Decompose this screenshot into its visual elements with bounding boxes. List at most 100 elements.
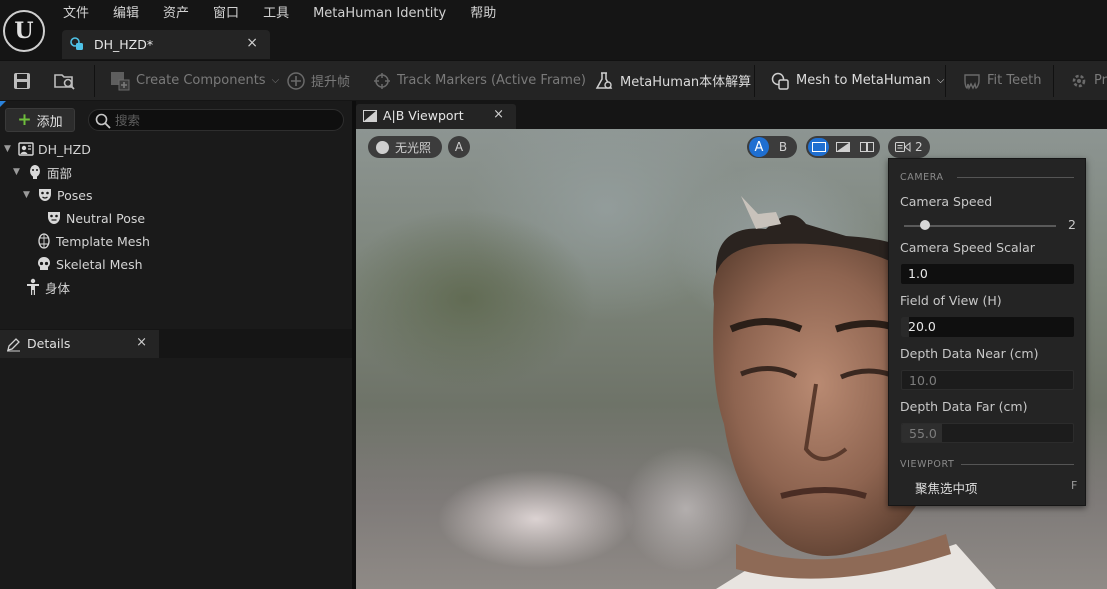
tree-item-face[interactable]: ▼ 面部 xyxy=(13,162,72,182)
mesh-to-metahuman-button[interactable]: Mesh to MetaHuman ⌵ xyxy=(770,61,944,100)
toolbar-separator xyxy=(94,65,95,97)
teeth-icon xyxy=(964,73,980,90)
menu-help[interactable]: 帮助 xyxy=(470,5,496,23)
document-tab-close-icon[interactable]: × xyxy=(246,35,258,51)
identity-icon xyxy=(18,142,34,156)
viewport-section-header: VIEWPORT xyxy=(900,459,955,470)
fit-teeth-button[interactable]: Fit Teeth xyxy=(963,61,1041,100)
prepare-button[interactable]: Pr xyxy=(1070,61,1107,100)
save-button[interactable] xyxy=(12,61,32,100)
menu-bar: U 文件 编辑 资产 窗口 工具 MetaHuman Identity 帮助 D… xyxy=(0,0,1107,60)
details-body xyxy=(0,358,352,589)
menu-edit[interactable]: 编辑 xyxy=(113,5,139,23)
browse-asset-button[interactable] xyxy=(54,61,76,100)
create-components-button[interactable]: Create Components ⌵ xyxy=(110,61,279,100)
tree-item-poses[interactable]: ▼ Poses xyxy=(23,185,92,205)
viewport-tab-label: A|B Viewport xyxy=(383,108,464,123)
camera-settings-popup: CAMERA Camera Speed 2 Camera Speed Scala… xyxy=(888,158,1086,506)
viewport-close-icon[interactable]: × xyxy=(493,107,504,122)
toolbar: Create Components ⌵ 提升帧 Track Markers (A… xyxy=(0,60,1107,100)
unlit-sphere-icon xyxy=(376,140,389,154)
menu-metahuman-identity[interactable]: MetaHuman Identity xyxy=(313,5,446,23)
details-tab[interactable]: Details × xyxy=(0,330,159,358)
main-menu: 文件 编辑 资产 窗口 工具 MetaHuman Identity 帮助 xyxy=(63,5,496,23)
fit-teeth-label: Fit Teeth xyxy=(987,73,1042,88)
camera-speed-button[interactable]: 2 xyxy=(888,136,930,158)
ab-toggle: A B xyxy=(747,136,797,158)
ab-toggle-a[interactable]: A xyxy=(749,137,769,157)
camera-speed-scalar-field[interactable]: 1.0 xyxy=(901,264,1074,284)
section-divider xyxy=(961,464,1074,465)
track-markers-label: Track Markers (Active Frame) xyxy=(397,73,586,88)
unreal-logo[interactable]: U xyxy=(3,10,45,52)
camera-section-header: CAMERA xyxy=(900,172,944,183)
camera-speed-value: 2 xyxy=(1068,217,1076,232)
tree-item-identity[interactable]: ▼ DH_HZD xyxy=(4,139,91,159)
pencil-icon xyxy=(7,338,20,352)
search-icon xyxy=(95,113,111,129)
metahuman-identity-icon xyxy=(70,37,83,50)
toolbar-separator xyxy=(1053,65,1054,97)
unreal-logo-letter: U xyxy=(14,18,34,44)
tree-item-neutral-pose[interactable]: Neutral Pose xyxy=(46,208,145,228)
gear-icon xyxy=(1072,74,1086,87)
tree-item-label: 身体 xyxy=(45,280,71,296)
depth-far-field[interactable]: 55.0 xyxy=(901,423,1074,443)
ab-viewport-icon xyxy=(363,110,377,122)
tree-item-body[interactable]: 身体 xyxy=(25,277,70,297)
expand-caret-icon[interactable]: ▼ xyxy=(4,144,14,154)
layout-dual-icon[interactable] xyxy=(857,138,878,156)
menu-window[interactable]: 窗口 xyxy=(213,5,239,23)
metahuman-solve-label: MetaHuman本体解算 xyxy=(620,75,752,90)
menu-asset[interactable]: 资产 xyxy=(163,5,189,23)
camera-speed-slider-handle[interactable] xyxy=(920,220,931,230)
solve-flask-icon xyxy=(595,71,613,89)
tree-item-label: Neutral Pose xyxy=(66,210,146,226)
ab-toggle-b[interactable]: B xyxy=(773,137,793,157)
layout-wipe-icon[interactable] xyxy=(832,138,853,156)
tree-item-label: 面部 xyxy=(47,165,73,181)
promote-frame-icon xyxy=(287,71,305,90)
search-input[interactable] xyxy=(115,112,335,128)
menu-tools[interactable]: 工具 xyxy=(263,5,289,23)
plus-icon: + xyxy=(17,109,32,130)
document-tab-label: DH_HZD* xyxy=(94,37,154,52)
toolbar-separator xyxy=(945,65,946,97)
toolbar-separator xyxy=(754,65,755,97)
view-a-label: A xyxy=(454,140,464,154)
add-component-button[interactable]: + 添加 xyxy=(5,108,75,132)
camera-speed-scalar-label: Camera Speed Scalar xyxy=(900,240,1035,255)
tree-item-label: Skeletal Mesh xyxy=(56,256,143,272)
lighting-mode-button[interactable]: 无光照 xyxy=(368,136,442,158)
browse-folder-icon xyxy=(54,73,75,90)
search-box[interactable] xyxy=(88,109,344,131)
details-tab-label: Details xyxy=(27,336,71,351)
viewport-tab[interactable]: A|B Viewport × xyxy=(356,104,516,129)
save-icon xyxy=(14,72,30,89)
promote-frame-button[interactable]: 提升帧 xyxy=(287,61,350,100)
document-tab[interactable]: DH_HZD* × xyxy=(62,30,270,59)
metahuman-solve-button[interactable]: MetaHuman本体解算 xyxy=(594,61,751,100)
menu-file[interactable]: 文件 xyxy=(63,5,89,23)
fov-label: Field of View (H) xyxy=(900,293,1002,308)
tree-item-label: Poses xyxy=(57,187,93,203)
tree-item-skeletal-mesh[interactable]: Skeletal Mesh xyxy=(36,254,143,274)
fov-field[interactable]: 20.0 xyxy=(901,317,1074,337)
layout-single-icon[interactable] xyxy=(808,138,830,156)
chevron-down-icon: ⌵ xyxy=(936,75,945,86)
mesh-to-metahuman-icon xyxy=(771,72,789,90)
depth-near-field[interactable]: 10.0 xyxy=(901,370,1074,390)
fov-value: 20.0 xyxy=(908,319,936,334)
camera-icon xyxy=(895,141,911,153)
mask-icon xyxy=(48,212,60,224)
expand-caret-icon[interactable]: ▼ xyxy=(23,190,33,200)
track-markers-button[interactable]: Track Markers (Active Frame) xyxy=(373,61,586,100)
depth-near-value: 10.0 xyxy=(909,373,937,388)
body-icon xyxy=(27,278,39,295)
expand-caret-icon[interactable]: ▼ xyxy=(13,167,23,177)
focus-selected-menu-item[interactable]: 聚焦选中项 xyxy=(915,478,978,497)
tree-item-template-mesh[interactable]: Template Mesh xyxy=(36,231,150,251)
lighting-mode-label: 无光照 xyxy=(395,140,432,155)
view-a-button[interactable]: A xyxy=(448,136,470,158)
details-close-icon[interactable]: × xyxy=(136,335,147,350)
